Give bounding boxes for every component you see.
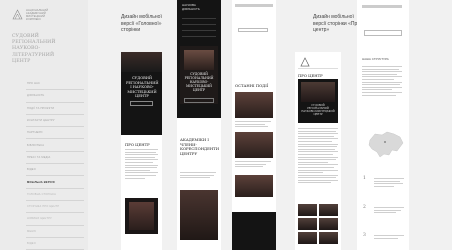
logo[interactable]: НАЦІОНАЛЬНИЙ АКАДЕМІЧНИЙ МИСТЕЦЬКИЙ КОМП…: [12, 9, 64, 21]
sidebar-item[interactable]: БІБЛІОТЕКА: [26, 139, 84, 152]
site-title-line: ЦЕНТР: [12, 58, 31, 64]
sidebar-item-active[interactable]: МОБІЛЬНА ВЕРСІЯ: [26, 176, 84, 189]
photo-thumb[interactable]: [298, 204, 317, 216]
hero-block: СУДОВИЙ РЕГІОНАЛЬНИЙ НАУКОВО-МИСТЕЦЬКИЙ …: [298, 79, 338, 123]
news-image[interactable]: [235, 175, 273, 197]
site-title: СУДОВИЙ РЕГІОНАЛЬНИЙ НАУКОВО-ЛІТЕРАТУРНИ…: [12, 34, 82, 65]
more-button[interactable]: [238, 28, 268, 32]
news-image[interactable]: [235, 132, 273, 158]
section-title: ПРО ЦЕНТР: [125, 142, 150, 147]
list-text: [374, 207, 404, 215]
portrait-image: [180, 190, 218, 240]
footer-block: [232, 212, 276, 250]
text-block: [125, 149, 158, 180]
logo-text-line: КОМПЛЕКС: [26, 18, 42, 22]
logo-mark-icon: [300, 57, 310, 67]
hero-button[interactable]: [184, 98, 214, 103]
sidebar-subitem[interactable]: НОВИНИ ЦЕНТРУ: [26, 213, 84, 226]
design-showcase: НАЦІОНАЛЬНИЙ АКАДЕМІЧНИЙ МИСТЕЦЬКИЙ КОМП…: [0, 0, 452, 250]
section-title: АКАДЕМІКИ І ЧЛЕНИ-КОРЕСПОНДЕНТИ ЦЕНТРУ: [180, 137, 220, 156]
phone-mockup-main-1: СУДОВИЙ РЕГІОНАЛЬНИЙ І НАУКОВО-МИСТЕЦЬКИ…: [121, 52, 162, 250]
section-title: НАША СТРУКТУРА: [362, 57, 389, 61]
list-number: 2: [363, 205, 366, 210]
sidebar-item[interactable]: ПРО НАС: [26, 78, 84, 91]
caption-main-page: Дизайн мобільної версії «Головної» сторі…: [121, 14, 173, 34]
hero-image: [121, 52, 162, 72]
text-block: [298, 128, 338, 185]
news-text: [235, 161, 271, 169]
hero-block: СУДОВИЙ РЕГІОНАЛЬНИЙ І НАУКОВО-МИСТЕЦЬКИ…: [121, 52, 162, 135]
phone-mockup-main-2: НАУКОВА ДІЯЛЬНІСТЬ СУДОВИЙ РЕГІОНАЛЬНИЙ …: [177, 0, 221, 250]
sidebar-item[interactable]: ВІДЕО: [26, 164, 84, 177]
sidebar-item[interactable]: ПОДІЇ ТА ПРОЄКТИ: [26, 103, 84, 115]
photo-thumb[interactable]: [298, 218, 317, 230]
sidebar-item[interactable]: ДІЯЛЬНІСТЬ: [26, 90, 84, 103]
list-number: 3: [363, 233, 366, 238]
photo-thumb[interactable]: [319, 232, 338, 244]
sidebar-subitem[interactable]: ГОЛОВНА СТОРІНКА: [26, 189, 84, 201]
site-title-line: НАУКОВО-ЛІТЕРАТУРНИЙ: [12, 46, 55, 58]
phone-mockup-about-2: НАША СТРУКТУРА 1 2 3: [357, 0, 409, 250]
caption-line: сторінки: [121, 27, 141, 33]
sidebar-nav: ПРО НАС ДІЯЛЬНІСТЬ ПОДІЇ ТА ПРОЄКТИ КОНТ…: [26, 78, 84, 250]
text-block: [180, 172, 216, 180]
page-title: ПРО ЦЕНТР: [298, 73, 323, 78]
news-image[interactable]: [235, 92, 273, 118]
photo-thumb[interactable]: [319, 204, 338, 216]
sidebar: НАЦІОНАЛЬНИЙ АКАДЕМІЧНИЙ МИСТЕЦЬКИЙ КОМП…: [0, 0, 88, 250]
menu-label: НАУКОВА ДІЯЛЬНІСТЬ: [182, 3, 200, 11]
list-text: [374, 235, 404, 240]
site-title-line: СУДОВИЙ РЕГІОНАЛЬНИЙ: [12, 34, 56, 46]
phone-mockup-main-3: ОСТАННІ ПОДІЇ: [232, 0, 276, 250]
hero-card-title: СУДОВИЙ РЕГІОНАЛЬНИЙ НАУКОВО-МИСТЕЦЬКИЙ …: [184, 72, 214, 92]
header-bar: [235, 4, 273, 7]
news-text: [235, 121, 271, 129]
header-logo[interactable]: [298, 55, 338, 69]
sidebar-subitem[interactable]: МЕНЮ: [26, 226, 84, 238]
menu-overlay: НАУКОВА ДІЯЛЬНІСТЬ СУДОВИЙ РЕГІОНАЛЬНИЙ …: [177, 0, 221, 118]
ukraine-map-icon: [368, 131, 404, 158]
photo-grid: [298, 204, 338, 244]
sidebar-item[interactable]: ПРЕСІ ТА МЕДІА: [26, 152, 84, 165]
sidebar-item[interactable]: ПАРТНЕРИ: [26, 127, 84, 140]
sidebar-subitem[interactable]: ВІДЕО: [26, 238, 84, 250]
header-bar: [362, 5, 402, 8]
phone-mockup-about-1: ПРО ЦЕНТР СУДОВИЙ РЕГІОНАЛЬНИЙ НАУКОВО-М…: [295, 52, 341, 250]
photo-thumb[interactable]: [298, 232, 317, 244]
logo-text: НАЦІОНАЛЬНИЙ АКАДЕМІЧНИЙ МИСТЕЦЬКИЙ КОМП…: [26, 9, 64, 21]
photo-thumb[interactable]: [319, 218, 338, 230]
list-text: [374, 178, 404, 188]
image-card[interactable]: [125, 198, 158, 234]
hero-title: СУДОВИЙ РЕГІОНАЛЬНИЙ І НАУКОВО-МИСТЕЦЬКИ…: [126, 76, 159, 99]
sidebar-item[interactable]: КОНТАКТИ ЦЕНТРУ: [26, 115, 84, 128]
section-title: ОСТАННІ ПОДІЇ: [235, 83, 269, 88]
logo-mark-icon: [12, 9, 23, 20]
hero-card: СУДОВИЙ РЕГІОНАЛЬНИЙ НАУКОВО-МИСТЕЦЬКИЙ …: [180, 46, 218, 104]
list-number: 1: [363, 176, 366, 181]
sidebar-subitem[interactable]: СТОРІНКА ПРО ЦЕНТР: [26, 201, 84, 214]
text-block: [362, 66, 402, 97]
hero-button[interactable]: [130, 101, 153, 106]
more-button[interactable]: [364, 30, 402, 36]
hero-title: СУДОВИЙ РЕГІОНАЛЬНИЙ НАУКОВО-МИСТЕЦЬКИЙ …: [301, 104, 335, 116]
